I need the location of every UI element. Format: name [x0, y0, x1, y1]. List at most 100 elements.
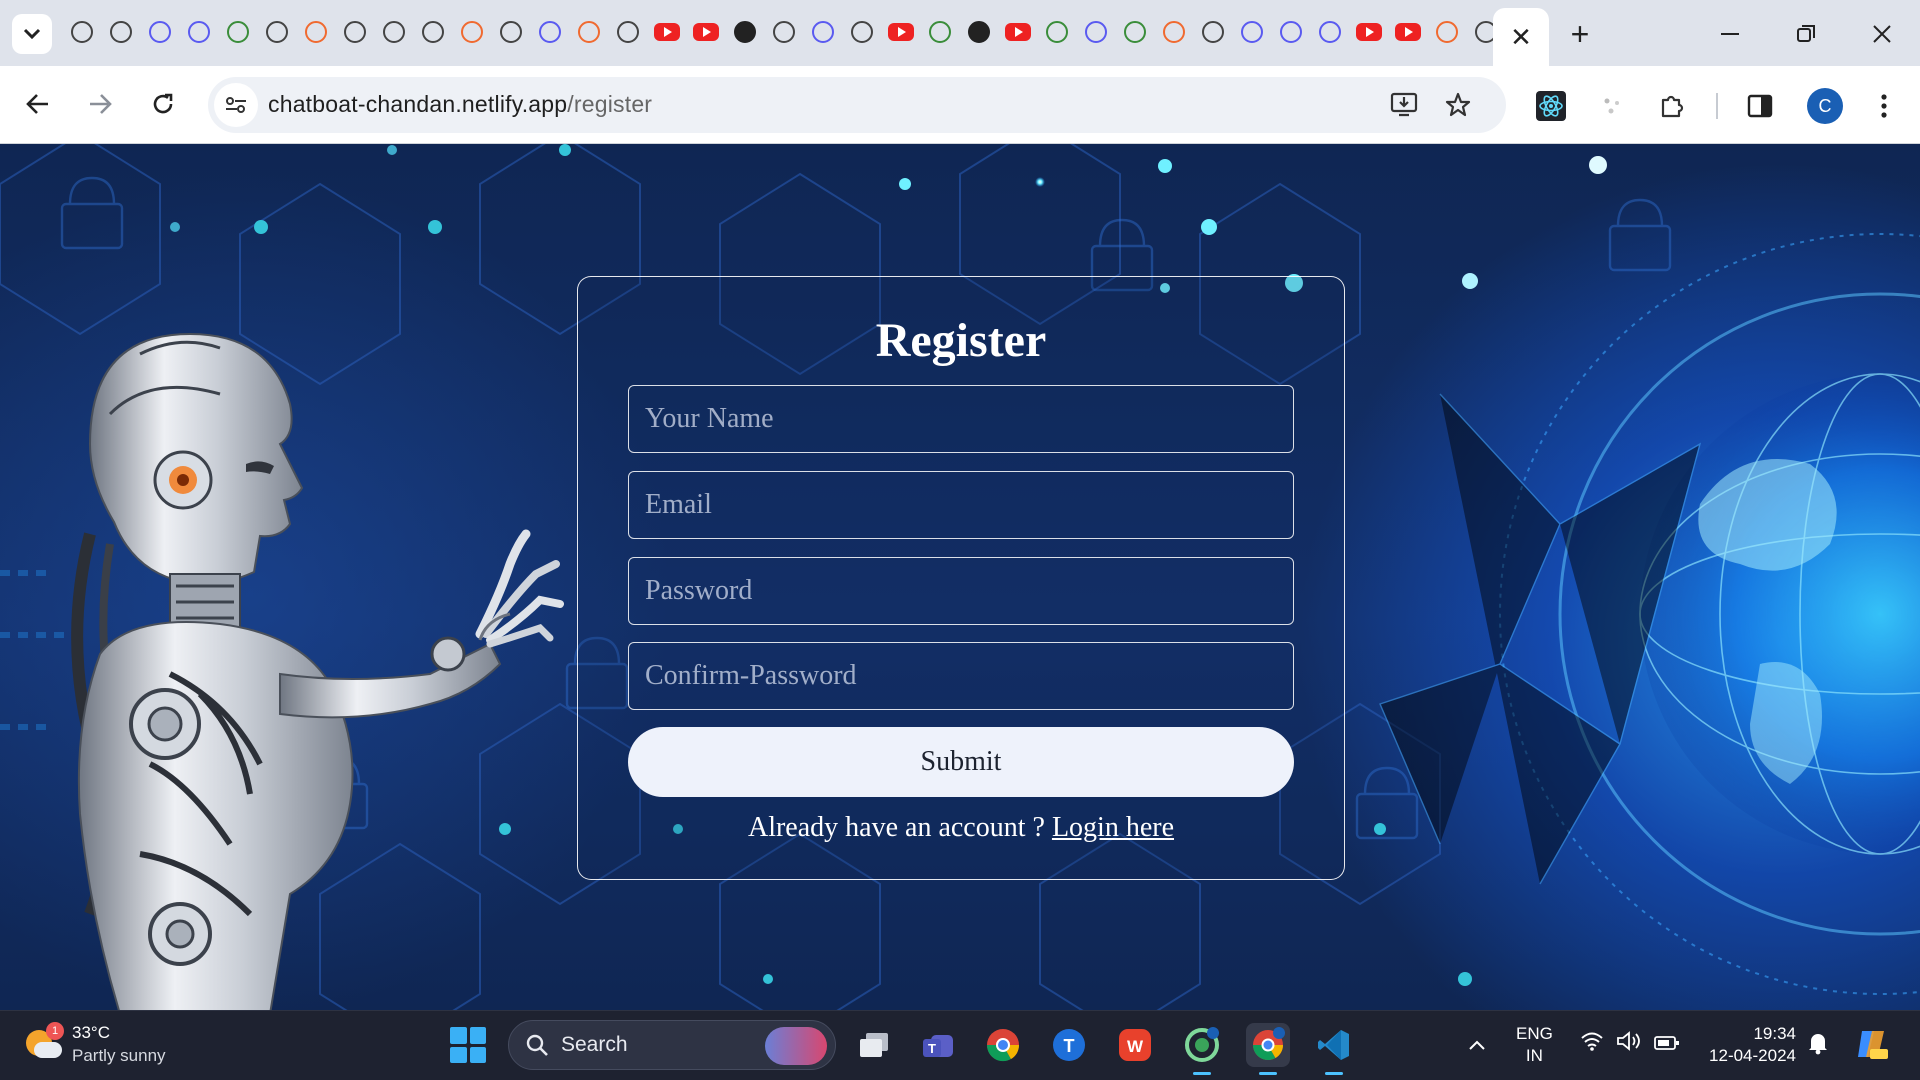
install-app-icon[interactable] — [1388, 89, 1420, 121]
confirm-password-field[interactable] — [628, 642, 1294, 710]
tab-favicon[interactable] — [417, 16, 449, 48]
tab-favicon[interactable] — [1314, 16, 1346, 48]
tab-favicon[interactable] — [66, 16, 98, 48]
address-bar[interactable]: chatboat-chandan.netlify.app/register — [208, 77, 1506, 133]
vscode-icon[interactable] — [1312, 1023, 1356, 1075]
profile-avatar[interactable]: C — [1807, 88, 1843, 124]
tab-favicon[interactable] — [1158, 16, 1190, 48]
tab-favicon[interactable] — [1236, 16, 1268, 48]
password-field[interactable] — [628, 557, 1294, 625]
tab-favicon[interactable] — [963, 16, 995, 48]
tab-favicon[interactable] — [495, 16, 527, 48]
region-code: IN — [1525, 1046, 1543, 1065]
tab-favicon[interactable] — [768, 16, 800, 48]
youtube-icon[interactable] — [1353, 16, 1385, 48]
active-tab[interactable]: ✕ — [1493, 8, 1549, 66]
windows-start-icon[interactable] — [450, 1027, 486, 1063]
tab-strip: ✕ + — [0, 0, 1920, 66]
tab-favicon[interactable] — [1197, 16, 1229, 48]
youtube-icon[interactable] — [885, 16, 917, 48]
clock-time: 19:34 — [1753, 1024, 1796, 1043]
tab-favicon[interactable] — [807, 16, 839, 48]
tab-favicon[interactable] — [1080, 16, 1112, 48]
wps-office-icon[interactable]: W — [1113, 1023, 1157, 1067]
close-icon — [1873, 25, 1891, 43]
bookmark-star-icon[interactable] — [1442, 89, 1474, 121]
minimize-button[interactable] — [1706, 14, 1754, 54]
chrome-profile-icon[interactable] — [1180, 1023, 1224, 1075]
clock[interactable]: 19:34 12-04-2024 — [1700, 1023, 1796, 1067]
battery-icon[interactable] — [1654, 1031, 1680, 1057]
chrome-icon[interactable] — [981, 1023, 1025, 1067]
url-text[interactable]: chatboat-chandan.netlify.app/register — [268, 91, 652, 118]
language-indicator[interactable]: ENG IN — [1516, 1023, 1553, 1067]
toolbar-divider — [1716, 93, 1718, 119]
tab-favicon[interactable] — [534, 16, 566, 48]
site-info-button[interactable] — [214, 83, 258, 127]
tab-favicon[interactable] — [612, 16, 644, 48]
tab-search-button[interactable] — [12, 14, 52, 54]
tab-favicon[interactable] — [573, 16, 605, 48]
tab-favicon[interactable] — [222, 16, 254, 48]
login-prompt: Already have an account ? Login here — [578, 812, 1344, 844]
tunnel-app-icon[interactable]: T — [1047, 1023, 1091, 1067]
taskbar-search[interactable]: Search — [508, 1020, 836, 1070]
close-window-button[interactable] — [1858, 14, 1906, 54]
reload-button[interactable] — [143, 84, 183, 124]
menu-kebab-icon[interactable] — [1866, 88, 1902, 124]
tune-icon — [226, 97, 246, 113]
copilot-icon[interactable] — [1854, 1027, 1888, 1067]
youtube-icon[interactable] — [651, 16, 683, 48]
tab-favicon[interactable] — [729, 16, 761, 48]
tab-favicon[interactable] — [1041, 16, 1073, 48]
chrome-active-icon[interactable] — [1246, 1023, 1290, 1075]
extensions-puzzle-icon[interactable] — [1654, 88, 1690, 124]
tab-favicon[interactable] — [261, 16, 293, 48]
robot-illustration — [71, 332, 564, 1010]
tab-favicon[interactable] — [183, 16, 215, 48]
tab-favicon[interactable] — [339, 16, 371, 48]
side-panel-icon[interactable] — [1742, 88, 1778, 124]
teams-icon[interactable]: T — [916, 1023, 960, 1067]
tab-favicon[interactable] — [1431, 16, 1463, 48]
tab-favicon[interactable] — [378, 16, 410, 48]
pinned-tabs — [66, 16, 1502, 48]
close-icon[interactable]: ✕ — [1510, 22, 1532, 53]
react-devtools-icon[interactable] — [1533, 88, 1569, 124]
youtube-icon[interactable] — [1392, 16, 1424, 48]
minimize-icon — [1721, 33, 1739, 35]
restore-button[interactable] — [1782, 14, 1830, 54]
youtube-icon[interactable] — [690, 16, 722, 48]
notification-bell-icon[interactable] — [1807, 1031, 1829, 1061]
back-button[interactable] — [18, 84, 58, 124]
youtube-icon[interactable] — [1002, 16, 1034, 48]
svg-text:W: W — [1127, 1037, 1144, 1056]
name-field[interactable] — [628, 385, 1294, 453]
url-host: chatboat-chandan.netlify.app — [268, 91, 568, 117]
extension-icon[interactable] — [1594, 88, 1630, 124]
tab-favicon[interactable] — [846, 16, 878, 48]
search-label: Search — [561, 1033, 628, 1056]
weather-temp: 33°C — [72, 1023, 110, 1042]
tab-favicon[interactable] — [144, 16, 176, 48]
chevron-up-icon[interactable] — [1468, 1031, 1486, 1057]
task-view-icon[interactable] — [852, 1023, 896, 1067]
wifi-icon[interactable] — [1580, 1031, 1604, 1057]
arrow-right-icon — [90, 94, 112, 114]
tab-favicon[interactable] — [924, 16, 956, 48]
weather-widget[interactable]: 1 33°C Partly sunny — [26, 1021, 166, 1067]
weather-text: 33°C Partly sunny — [72, 1021, 166, 1067]
tab-favicon[interactable] — [1119, 16, 1151, 48]
search-highlight-image — [765, 1027, 827, 1065]
new-tab-button[interactable]: + — [1560, 14, 1600, 54]
arrow-left-icon — [26, 94, 48, 114]
login-link[interactable]: Login here — [1052, 812, 1174, 843]
volume-icon[interactable] — [1616, 1031, 1642, 1057]
tab-favicon[interactable] — [456, 16, 488, 48]
tab-favicon[interactable] — [300, 16, 332, 48]
forward-button[interactable] — [80, 84, 120, 124]
submit-button[interactable]: Submit — [628, 727, 1294, 797]
tab-favicon[interactable] — [1275, 16, 1307, 48]
email-field[interactable] — [628, 471, 1294, 539]
tab-favicon[interactable] — [105, 16, 137, 48]
